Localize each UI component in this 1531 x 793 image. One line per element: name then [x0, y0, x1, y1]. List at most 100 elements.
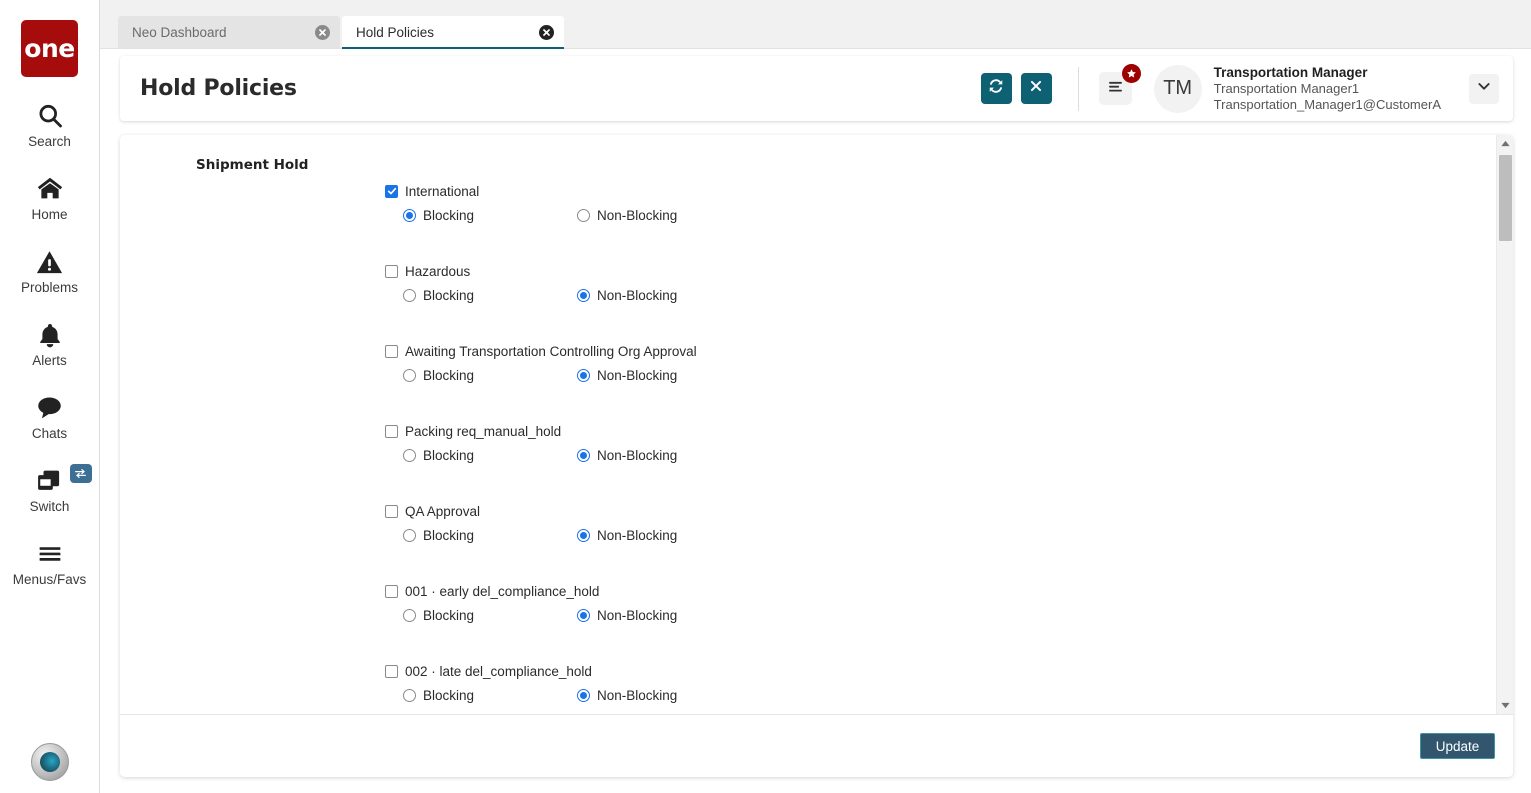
user-role: Transportation Manager — [1213, 64, 1368, 80]
swap-arrows-icon[interactable] — [69, 464, 92, 483]
hold-policy-list: International Blocking Non-Blocking Hazardo… — [120, 181, 1496, 714]
star-icon — [1121, 64, 1141, 83]
search-icon — [36, 101, 64, 131]
hold-enabled-checkbox[interactable] — [385, 344, 398, 358]
hold-mode-non-blocking-radio[interactable]: Non-Blocking — [577, 368, 677, 383]
hold-enabled-checkbox[interactable] — [385, 664, 398, 678]
hold-policies-scroll-region: Shipment Hold International Blocking Non-B… — [120, 135, 1513, 715]
hold-enabled-checkbox[interactable] — [385, 424, 398, 438]
radio-indicator — [577, 528, 590, 542]
sidebar-item-search[interactable]: Search — [0, 101, 100, 150]
tab-neo-dashboard[interactable]: Neo Dashboard — [118, 16, 340, 49]
radio-indicator — [577, 688, 590, 702]
avatar-face-icon — [40, 752, 60, 772]
sidebar-item-label: Problems — [20, 280, 79, 295]
update-button[interactable]: Update — [1420, 733, 1495, 759]
menu-list-button[interactable] — [1098, 64, 1141, 105]
radio-indicator — [577, 608, 590, 622]
hold-mode-blocking-radio[interactable]: Blocking — [403, 288, 474, 303]
hold-enabled-checkbox[interactable] — [385, 184, 398, 198]
hold-mode-radio-group: Blocking Non-Blocking — [120, 285, 1496, 305]
scroll-down-arrow-icon[interactable] — [1497, 697, 1513, 714]
radio-indicator — [403, 688, 416, 702]
sidebar-item-problems[interactable]: Problems — [0, 247, 100, 296]
sidebar-item-chats[interactable]: Chats — [0, 393, 100, 442]
tab-label: Hold Policies — [356, 25, 435, 40]
user-info: Transportation Manager Transportation Ma… — [1214, 65, 1441, 113]
radio-indicator — [577, 368, 590, 382]
radio-label: Blocking — [423, 367, 475, 383]
hold-mode-non-blocking-radio[interactable]: Non-Blocking — [577, 608, 677, 623]
radio-label: Non-Blocking — [597, 447, 678, 463]
user-account: Transportation_Manager1@CustomerA — [1213, 96, 1441, 112]
radio-indicator — [403, 368, 416, 382]
hold-policies-card: Shipment Hold International Blocking Non-B… — [120, 135, 1513, 777]
tab-hold-policies[interactable]: Hold Policies — [342, 16, 564, 49]
hold-mode-radio-group: Blocking Non-Blocking — [120, 525, 1496, 545]
radio-indicator — [403, 208, 416, 222]
hold-mode-non-blocking-radio[interactable]: Non-Blocking — [577, 448, 677, 463]
hold-enabled-checkbox[interactable] — [385, 584, 398, 598]
radio-label: Non-Blocking — [597, 287, 678, 303]
sidebar-item-menus-favs[interactable]: Menus/Favs — [0, 539, 100, 588]
app-root: one Search Home Problems Alerts Chats Sw… — [0, 0, 1531, 793]
home-icon — [35, 174, 65, 204]
hold-mode-non-blocking-radio[interactable]: Non-Blocking — [577, 688, 677, 703]
hold-policy-row: Packing req_manual_hold Blocking Non-Block… — [120, 421, 1496, 501]
hold-mode-non-blocking-radio[interactable]: Non-Blocking — [577, 288, 677, 303]
close-page-button[interactable] — [1020, 73, 1052, 104]
hold-label: QA Approval — [405, 503, 481, 519]
sidebar-item-label: Chats — [31, 426, 68, 441]
hold-checkbox-line: 001 · early del_compliance_hold — [120, 581, 1496, 601]
hold-mode-blocking-radio[interactable]: Blocking — [403, 608, 474, 623]
user-menu-button[interactable] — [1469, 73, 1499, 104]
hold-policy-row: Hazardous Blocking Non-Blocking — [120, 261, 1496, 341]
scrollbar-thumb[interactable] — [1499, 155, 1512, 241]
hold-enabled-checkbox[interactable] — [385, 264, 398, 278]
sidebar-item-label: Search — [28, 134, 71, 149]
radio-indicator — [403, 288, 416, 302]
scroll-up-arrow-icon[interactable] — [1497, 135, 1513, 152]
radio-label: Non-Blocking — [597, 607, 678, 623]
card-footer: Update — [120, 715, 1513, 777]
page-header: Hold Policies TM Transportation Manager … — [120, 56, 1513, 121]
close-icon[interactable] — [315, 25, 330, 40]
brand-logo[interactable]: one — [21, 20, 78, 77]
hold-mode-non-blocking-radio[interactable]: Non-Blocking — [577, 528, 677, 543]
page-title: Hold Policies — [140, 76, 297, 101]
hold-label: 001 · early del_compliance_hold — [405, 583, 600, 599]
hold-mode-blocking-radio[interactable]: Blocking — [403, 448, 474, 463]
sidebar-item-label: Menus/Favs — [12, 572, 87, 587]
vertical-scrollbar[interactable] — [1496, 135, 1513, 714]
radio-indicator — [403, 608, 416, 622]
radio-indicator — [403, 448, 416, 462]
hold-label: Hazardous — [405, 263, 471, 279]
sidebar-item-label: Alerts — [32, 353, 67, 368]
close-icon[interactable] — [539, 25, 554, 40]
sidebar-item-home[interactable]: Home — [0, 174, 100, 223]
user-avatar-rail[interactable] — [31, 743, 69, 781]
avatar[interactable]: TM — [1153, 64, 1202, 113]
refresh-button[interactable] — [980, 73, 1012, 104]
sidebar-item-switch[interactable]: Switch — [0, 464, 100, 515]
warning-triangle-icon — [35, 247, 64, 277]
hold-mode-blocking-radio[interactable]: Blocking — [403, 688, 474, 703]
radio-indicator — [403, 528, 416, 542]
radio-indicator — [577, 288, 590, 302]
radio-indicator — [577, 448, 590, 462]
hold-mode-radio-group: Blocking Non-Blocking — [120, 365, 1496, 385]
section-label: Shipment Hold — [196, 157, 309, 173]
hold-mode-blocking-radio[interactable]: Blocking — [403, 368, 474, 383]
refresh-icon — [988, 78, 1004, 99]
sidebar-item-alerts[interactable]: Alerts — [0, 320, 100, 369]
page-body: Hold Policies TM Transportation Manager … — [100, 49, 1531, 793]
bell-icon — [37, 320, 63, 350]
hold-mode-non-blocking-radio[interactable]: Non-Blocking — [577, 208, 677, 223]
sidebar-item-label: Home — [31, 207, 68, 222]
tab-label: Neo Dashboard — [132, 25, 227, 40]
hold-enabled-checkbox[interactable] — [385, 504, 398, 518]
hold-checkbox-line: 002 · late del_compliance_hold — [120, 661, 1496, 681]
hold-mode-blocking-radio[interactable]: Blocking — [403, 208, 474, 223]
hold-mode-blocking-radio[interactable]: Blocking — [403, 528, 474, 543]
hold-mode-radio-group: Blocking Non-Blocking — [120, 685, 1496, 705]
